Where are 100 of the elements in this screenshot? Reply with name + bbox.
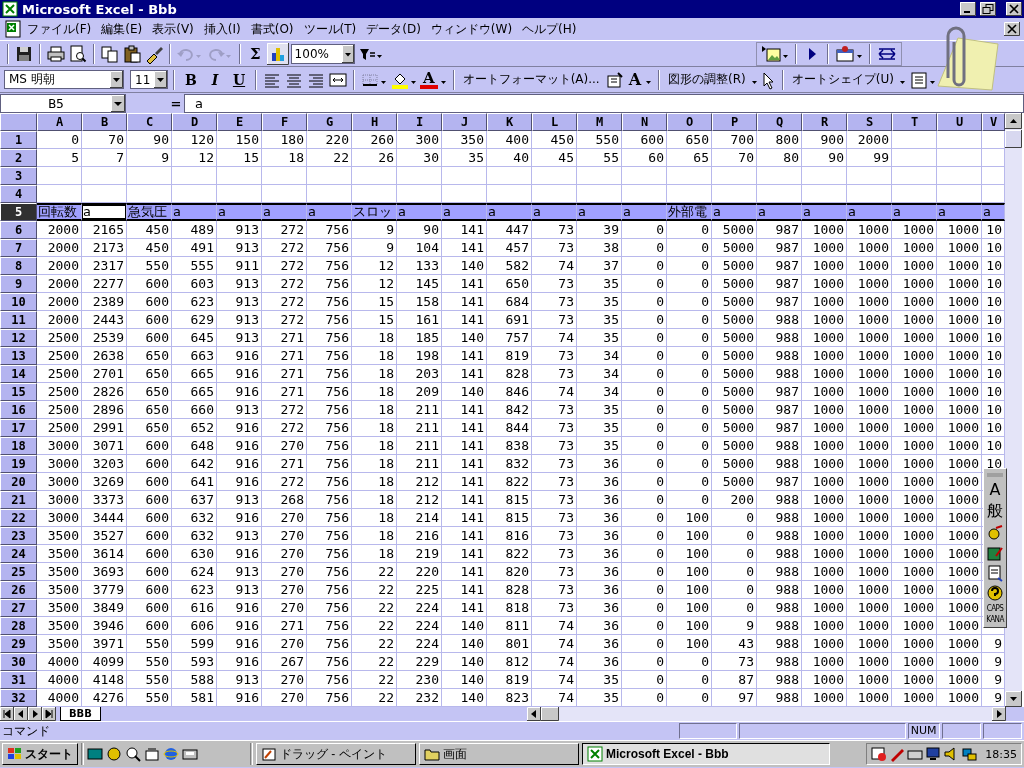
copy-icon[interactable] bbox=[100, 43, 120, 64]
column-header[interactable]: G bbox=[307, 113, 352, 131]
menu-item[interactable]: 書式(O) bbox=[245, 20, 299, 38]
notebook-icon[interactable] bbox=[986, 544, 1004, 562]
bold-button[interactable]: B bbox=[180, 69, 202, 90]
row-header[interactable]: 5 bbox=[0, 203, 37, 221]
next-sheet-icon[interactable] bbox=[28, 707, 42, 721]
caret-icon[interactable] bbox=[341, 44, 354, 63]
window-icon[interactable] bbox=[834, 43, 864, 64]
clipboard-icon[interactable] bbox=[122, 43, 142, 64]
row-header[interactable]: 28 bbox=[0, 617, 37, 635]
autoshape-menu-button[interactable]: オートシェイプ(U) bbox=[788, 71, 897, 88]
column-header[interactable]: M bbox=[577, 113, 622, 131]
drive-icon[interactable] bbox=[182, 746, 198, 762]
browser-icon[interactable] bbox=[163, 746, 179, 762]
document-icon[interactable] bbox=[986, 564, 1004, 582]
row-header[interactable]: 23 bbox=[0, 527, 37, 545]
scroll-right-icon[interactable] bbox=[992, 707, 1006, 721]
chart-wizard-icon[interactable] bbox=[266, 42, 289, 65]
column-header[interactable]: C bbox=[127, 113, 172, 131]
row-header[interactable]: 4 bbox=[0, 185, 37, 203]
column-header[interactable]: D bbox=[172, 113, 217, 131]
input-mode-button[interactable]: A bbox=[985, 480, 1005, 499]
row-header[interactable]: 15 bbox=[0, 383, 37, 401]
scroll-up-icon[interactable] bbox=[1005, 113, 1022, 129]
row-header[interactable]: 30 bbox=[0, 653, 37, 671]
scroll-down-icon[interactable] bbox=[1005, 691, 1022, 707]
start-button[interactable]: スタート bbox=[2, 743, 78, 765]
first-sheet-icon[interactable] bbox=[0, 707, 14, 721]
row-header[interactable]: 14 bbox=[0, 365, 37, 383]
last-sheet-icon[interactable] bbox=[42, 707, 56, 721]
row-header[interactable]: 16 bbox=[0, 401, 37, 419]
adjust-menu-button[interactable]: 図形の調整(R) bbox=[665, 71, 749, 88]
restore-icon[interactable] bbox=[980, 2, 996, 16]
row-header[interactable]: 1 bbox=[0, 131, 37, 149]
menu-item[interactable]: ファイル(F) bbox=[22, 20, 97, 38]
scroll-left-icon[interactable] bbox=[526, 707, 541, 721]
column-header[interactable]: J bbox=[442, 113, 487, 131]
menu-item[interactable]: 挿入(I) bbox=[198, 20, 246, 38]
row-header[interactable]: 10 bbox=[0, 293, 37, 311]
spreadsheet-icon[interactable] bbox=[4, 20, 22, 38]
magnifier-icon[interactable] bbox=[125, 746, 141, 762]
underline-button[interactable]: U bbox=[228, 69, 250, 90]
row-header[interactable]: 8 bbox=[0, 257, 37, 275]
scrollbar-thumb[interactable] bbox=[1005, 130, 1022, 148]
italic-button[interactable]: I bbox=[204, 69, 226, 90]
equals-button[interactable]: = bbox=[168, 95, 184, 111]
row-header[interactable]: 22 bbox=[0, 509, 37, 527]
font-color-button[interactable]: A bbox=[420, 70, 438, 89]
column-header[interactable]: L bbox=[532, 113, 577, 131]
sheet-tab[interactable]: BBB bbox=[60, 707, 101, 721]
page-icon[interactable] bbox=[604, 69, 625, 90]
row-header[interactable]: 9 bbox=[0, 275, 37, 293]
name-box[interactable]: B5 bbox=[0, 93, 126, 113]
column-header[interactable]: I bbox=[397, 113, 442, 131]
font-dropdown[interactable]: MS 明朝 bbox=[4, 70, 124, 89]
caret-icon[interactable] bbox=[110, 71, 123, 88]
menu-item[interactable]: ウィンドウ(W) bbox=[425, 20, 518, 38]
formula-field[interactable]: a bbox=[184, 93, 1024, 113]
screen-icon[interactable] bbox=[87, 746, 103, 762]
column-header[interactable]: V bbox=[982, 113, 1005, 131]
column-header[interactable]: T bbox=[892, 113, 937, 131]
caret-icon[interactable] bbox=[154, 71, 167, 88]
row-header[interactable]: 31 bbox=[0, 671, 37, 689]
row-header[interactable]: 20 bbox=[0, 473, 37, 491]
row-header[interactable]: 19 bbox=[0, 455, 37, 473]
menu-item[interactable]: ツール(T) bbox=[298, 20, 362, 38]
caret-icon[interactable] bbox=[111, 94, 125, 112]
taskbar-button[interactable]: 画面 bbox=[419, 743, 579, 765]
column-header[interactable]: P bbox=[712, 113, 757, 131]
printer-icon[interactable] bbox=[46, 43, 66, 64]
print-preview-icon[interactable] bbox=[68, 43, 88, 64]
windows-flag-icon[interactable] bbox=[7, 746, 23, 762]
select-all-button[interactable] bbox=[0, 113, 37, 131]
font-size-button[interactable]: A bbox=[626, 70, 644, 89]
column-header[interactable]: Q bbox=[757, 113, 802, 131]
previous-sheet-icon[interactable] bbox=[14, 707, 28, 721]
grip-icon[interactable] bbox=[986, 472, 1004, 478]
conversion-mode-button[interactable]: 般 bbox=[985, 501, 1005, 522]
row-header[interactable]: 6 bbox=[0, 221, 37, 239]
scheduler-icon[interactable] bbox=[871, 746, 888, 762]
row-header[interactable]: 24 bbox=[0, 545, 37, 563]
font-size-dropdown[interactable]: 11 bbox=[130, 70, 168, 89]
taskbar-button[interactable]: ドラッグ - ペイント bbox=[256, 743, 416, 765]
minimize-icon[interactable] bbox=[960, 2, 976, 16]
document-icon[interactable] bbox=[144, 746, 160, 762]
menu-item[interactable]: ヘルプ(H) bbox=[517, 20, 582, 38]
menu-item[interactable]: 編集(E) bbox=[96, 20, 148, 38]
row-header[interactable]: 11 bbox=[0, 311, 37, 329]
column-header[interactable]: A bbox=[37, 113, 82, 131]
column-header[interactable]: F bbox=[262, 113, 307, 131]
menu-item[interactable]: データ(D) bbox=[361, 20, 426, 38]
row-header[interactable]: 27 bbox=[0, 599, 37, 617]
autosum-button[interactable]: Σ bbox=[246, 44, 265, 63]
picture-icon[interactable] bbox=[760, 43, 790, 64]
row-header[interactable]: 18 bbox=[0, 437, 37, 455]
row-header[interactable]: 17 bbox=[0, 419, 37, 437]
text-box-icon[interactable] bbox=[908, 69, 937, 90]
menu-item[interactable]: 表示(V) bbox=[147, 20, 199, 38]
close-icon[interactable] bbox=[1004, 22, 1020, 36]
